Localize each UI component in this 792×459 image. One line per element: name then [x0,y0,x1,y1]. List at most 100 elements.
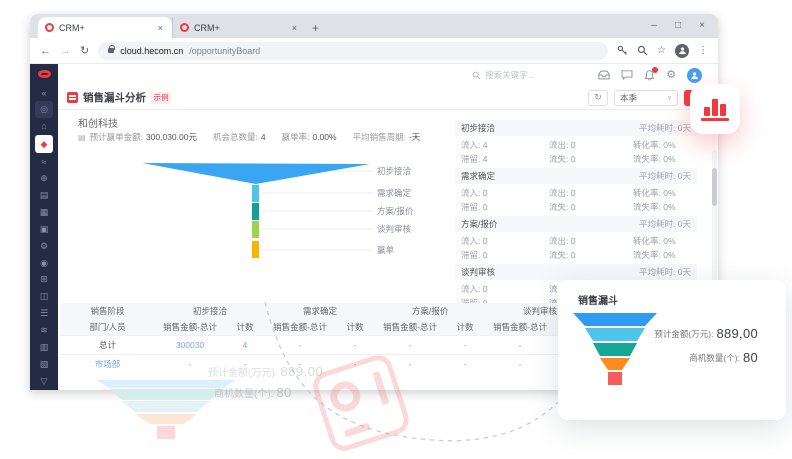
table-cell: - [335,354,375,373]
new-tab-button[interactable]: + [312,21,319,35]
metric-label: 预计赢单金额: [90,131,143,143]
app-toolbar: 销售漏斗分析 示例 ↻ 本季 ∨ [58,86,718,110]
sidebar-item-list[interactable]: ☰ [35,306,53,322]
search-icon[interactable] [637,45,648,56]
row-name[interactable]: 市场部 [60,354,155,373]
period-dropdown[interactable]: 本季 ∨ [614,90,678,106]
report-icon [67,92,78,103]
sidebar-item-more[interactable]: ▽ [35,373,53,389]
funnel-stage-label: 初步接洽 [377,166,412,176]
addressbar-icons: ☆ ⋮ [617,44,708,58]
user-avatar[interactable] [687,68,702,83]
sidebar-icon-list: «◎⌂◆≈⊕▤▦▣⚙◉⊞◫☰≋▥▧▽ [35,84,53,390]
stage-title: 方案/报价 [461,218,497,230]
reload-icon[interactable]: ↻ [80,44,89,57]
sidebar-item-kanban[interactable]: ◫ [35,289,53,305]
table-cell: - [265,354,335,373]
crm-favicon [180,23,189,32]
scrollbar-thumb[interactable] [712,168,717,206]
table-sub-header: 销售金额-总计 [485,319,555,335]
metric-value: 0.00% [312,132,336,142]
sidebar-item-trend[interactable]: ≈ [35,154,53,170]
browser-tab-2[interactable]: CRM+ × [172,17,306,38]
notifications-bell-icon[interactable] [644,70,655,81]
table-cell[interactable]: 4 [225,335,265,354]
menu-dots-icon[interactable]: ⋮ [698,46,708,56]
person-icon [690,71,699,80]
app-sidebar: «◎⌂◆≈⊕▤▦▣⚙◉⊞◫☰≋▥▧▽ [30,64,58,390]
key-icon[interactable] [617,45,628,56]
app-topbar: ⚙ [58,64,718,86]
sales-funnel-card: 销售漏斗 预计金额(万元):889,00 商机数量(个):80 [558,280,786,420]
stage-stat: 流入: 0 [461,187,549,199]
sidebar-item-pattern[interactable]: ▧ [35,356,53,372]
crm-favicon [45,23,54,32]
row-name: 总计 [60,335,155,354]
table-cell: - [375,354,445,373]
search-input[interactable] [485,70,571,80]
app-search[interactable] [472,70,571,80]
table-corner: 销售阶段 [60,303,155,319]
profile-avatar[interactable] [675,44,689,58]
tab-close-icon[interactable]: × [290,23,299,33]
tab-close-icon[interactable]: × [156,23,165,33]
table-cell: - [485,335,555,354]
refresh-button[interactable]: ↻ [588,90,608,106]
sidebar-item-settings[interactable]: ⚙ [35,238,53,254]
url-path: /opportunityBoard [189,46,260,56]
minimize-button[interactable]: – [642,14,666,38]
stage-stat: 流失率: 0% [633,249,703,261]
messages-icon[interactable] [621,70,633,80]
stage-avg-time: 平均耗时: 0天 [639,266,691,278]
table-sub-header: 计数 [335,319,375,335]
table-sub-header: 销售金额-总计 [155,319,225,335]
maximize-button[interactable]: □ [666,14,690,38]
inbox-icon[interactable] [598,70,610,80]
browser-tab-1[interactable]: CRM+ × [38,17,172,38]
browser-addressbar: ← → ↻ cloud.hecom.cn/opportunityBoard ☆ … [30,38,718,64]
forward-icon[interactable]: → [60,45,71,57]
table-cell: - [485,354,555,373]
table-sub-header: 计数 [445,319,485,335]
table-cell: - [445,335,485,354]
url-host: cloud.hecom.cn [120,46,183,56]
sidebar-item-search[interactable]: ◎ [35,101,53,117]
browser-tabstrip: CRM+ × CRM+ × + – □ × [30,14,718,38]
metric-value: 4 [261,132,266,142]
sidebar-item-columns[interactable]: ▥ [35,339,53,355]
title-badge: 示例 [151,92,171,104]
stage-stat: 流失: 0 [549,249,633,261]
metric-label: 机会总数量: [213,131,258,143]
sidebar-item-home[interactable]: ⌂ [35,118,53,134]
url-bar[interactable]: cloud.hecom.cn/opportunityBoard [98,42,608,60]
sidebar-item-report[interactable]: ▦ [35,204,53,220]
sidebar-item-calendar[interactable]: ▤ [35,187,53,203]
table-sub-header: 计数 [225,319,265,335]
bookmark-star-icon[interactable]: ☆ [657,46,666,56]
sidebar-item-waves[interactable]: ≋ [35,322,53,338]
table-cell[interactable]: 300030 [155,335,225,354]
sidebar-item-funnel-analysis[interactable]: ◆ [35,135,53,153]
stage-title: 需求确定 [461,170,495,182]
sidebar-item-apps[interactable]: ⊞ [35,272,53,288]
sidebar-item-add[interactable]: ⊕ [35,170,53,186]
sidebar-item-collapse[interactable]: « [35,84,53,100]
close-button[interactable]: × [690,14,714,38]
card-metric-count: 商机数量(个):80 [654,350,758,365]
settings-gear-icon[interactable]: ⚙ [666,70,676,81]
stage-stat: 流出: 0 [549,187,633,199]
sidebar-item-documents[interactable]: ▣ [35,221,53,237]
stage-avg-time: 平均耗时: 0天 [639,218,691,230]
table-group-header: 方案/报价 [375,303,485,319]
sidebar-item-target[interactable]: ◉ [35,255,53,271]
stage-stat: 流出: 0 [549,235,633,247]
table-sub-header: 销售金额-总计 [375,319,445,335]
funnel-stage-label: 谈判审核 [377,224,412,234]
hecom-logo-icon [38,70,51,78]
chart-app-icon[interactable] [690,84,740,134]
tab-title: CRM+ [59,23,151,33]
back-icon[interactable]: ← [40,45,51,57]
table-sub-header: 销售金额-总计 [265,319,335,335]
stage-avg-time: 平均耗时: 0天 [639,170,691,182]
stage-stat: 转化率: 0% [633,139,703,151]
